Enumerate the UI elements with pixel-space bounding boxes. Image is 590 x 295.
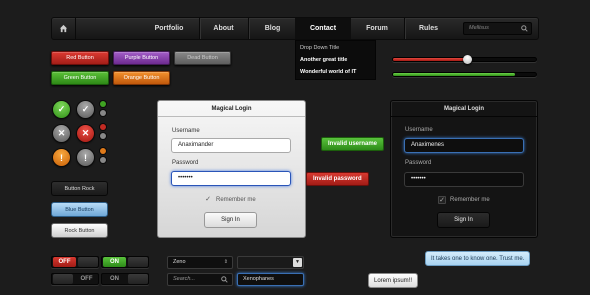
- dark-login-panel: Magical Login Username Anaximenes Passwo…: [390, 100, 538, 238]
- dropdown-item[interactable]: Drop Down Title: [300, 42, 339, 54]
- text-input[interactable]: Xenophanes: [237, 273, 304, 286]
- light-login-panel: Magical Login Username Anaximander Passw…: [157, 100, 306, 238]
- password-label: Password: [172, 160, 199, 166]
- search-placeholder: Search...: [173, 276, 196, 282]
- toggle-handle: [53, 274, 73, 284]
- invalid-username-tooltip: Invalid username: [321, 137, 385, 151]
- toggle-switch-on[interactable]: ON: [101, 256, 149, 268]
- login-title: Magical Login: [158, 101, 305, 117]
- remember-label: Remember me: [216, 197, 256, 203]
- alert-glyph: !: [84, 152, 87, 163]
- purple-button[interactable]: Purple Button: [113, 51, 170, 65]
- red-slider-fill: [393, 58, 468, 61]
- close-icon[interactable]: ✕: [77, 125, 94, 142]
- number-stepper[interactable]: Zeno ⇕: [167, 256, 233, 269]
- rock-button[interactable]: Rock Button: [51, 223, 108, 238]
- check-icon[interactable]: ✓: [77, 101, 94, 118]
- stepper-value: Zeno: [173, 259, 186, 265]
- white-speech-bubble: Lorem ipsum!!: [368, 273, 419, 288]
- empty-select[interactable]: ▼: [237, 256, 304, 269]
- red-dot-icon: [100, 124, 106, 130]
- search-icon[interactable]: [521, 25, 528, 32]
- chevron-down-icon[interactable]: ▼: [293, 258, 302, 267]
- green-progress-bar: [392, 72, 537, 77]
- toggle-switch-off[interactable]: OFF: [51, 273, 99, 285]
- password-field[interactable]: •••••••: [171, 171, 291, 186]
- nav-item-forum[interactable]: Forum: [352, 18, 402, 39]
- red-button[interactable]: Red Button: [51, 51, 109, 65]
- sign-in-button[interactable]: Sign In: [437, 212, 490, 228]
- username-field[interactable]: Anaximander: [171, 138, 291, 153]
- cross-glyph: ✕: [81, 128, 90, 138]
- cross-glyph: ✕: [57, 128, 66, 138]
- grey-dot-icon: [100, 133, 106, 139]
- toggle-off-label: OFF: [53, 257, 76, 267]
- slider-knob[interactable]: [463, 55, 473, 64]
- blue-speech-bubble: It takes one to know one. Trust me.: [425, 251, 531, 266]
- alert-icon[interactable]: !: [77, 149, 94, 166]
- home-icon: [59, 24, 68, 33]
- nav-search-input[interactable]: Mellisus: [463, 22, 532, 35]
- password-label: Password: [405, 160, 432, 166]
- invalid-password-tooltip: Invalid password: [306, 172, 369, 186]
- search-icon[interactable]: [221, 276, 228, 283]
- remember-checkbox[interactable]: ✓: [438, 196, 446, 204]
- username-field[interactable]: Anaximenes: [404, 138, 524, 153]
- password-field[interactable]: •••••••: [404, 172, 524, 187]
- blue-button[interactable]: Blue Button: [51, 202, 108, 217]
- nav-item-portfolio[interactable]: Portfolio: [144, 18, 194, 39]
- dead-button[interactable]: Dead Button: [174, 51, 231, 65]
- grey-dot-icon: [100, 110, 106, 116]
- nav-item-about[interactable]: About: [201, 18, 246, 39]
- alert-glyph: !: [60, 152, 63, 163]
- green-progress-fill: [393, 73, 515, 76]
- orange-button[interactable]: Orange Button: [113, 71, 170, 85]
- close-icon[interactable]: ✕: [53, 125, 70, 142]
- nav-item-contact[interactable]: Contact: [295, 18, 351, 39]
- toggle-handle: [128, 274, 148, 284]
- home-button[interactable]: [52, 18, 76, 39]
- dropdown-item[interactable]: Another great title: [300, 54, 347, 66]
- sign-in-button[interactable]: Sign In: [204, 212, 257, 228]
- contact-dropdown-menu: Drop Down Title Another great title Wond…: [295, 40, 376, 80]
- toggle-switch-off[interactable]: OFF: [51, 256, 99, 268]
- top-navbar: Portfolio About Blog Contact Forum Rules…: [51, 17, 539, 40]
- login-title: Magical Login: [391, 101, 537, 117]
- toggle-on-label: ON: [103, 257, 126, 267]
- toggle-switch-on[interactable]: ON: [101, 273, 149, 285]
- remember-label: Remember me: [450, 197, 490, 203]
- dropdown-item[interactable]: Wonderful world of IT: [300, 66, 356, 78]
- username-label: Username: [172, 128, 200, 134]
- search-input[interactable]: Search...: [167, 273, 233, 286]
- grey-dot-icon: [100, 157, 106, 163]
- stepper-arrows-icon[interactable]: ⇕: [224, 257, 228, 268]
- check-icon[interactable]: ✓: [53, 101, 70, 118]
- username-label: Username: [405, 127, 433, 133]
- alert-icon[interactable]: !: [53, 149, 70, 166]
- toggle-off-label: OFF: [80, 276, 93, 282]
- green-dot-icon: [100, 101, 106, 107]
- remember-checkbox[interactable]: ✓: [204, 196, 212, 204]
- green-button[interactable]: Green Button: [51, 71, 109, 85]
- nav-item-rules[interactable]: Rules: [406, 18, 451, 39]
- toggle-on-label: ON: [110, 276, 119, 282]
- nav-item-blog[interactable]: Blog: [250, 18, 295, 39]
- check-glyph: ✓: [57, 104, 66, 114]
- toggle-handle: [78, 257, 98, 267]
- check-glyph: ✓: [81, 104, 90, 114]
- toggle-handle: [128, 257, 148, 267]
- nav-search-placeholder: Mellisus: [469, 25, 489, 31]
- orange-dot-icon: [100, 148, 106, 154]
- button-rock[interactable]: Button Rock: [51, 181, 108, 196]
